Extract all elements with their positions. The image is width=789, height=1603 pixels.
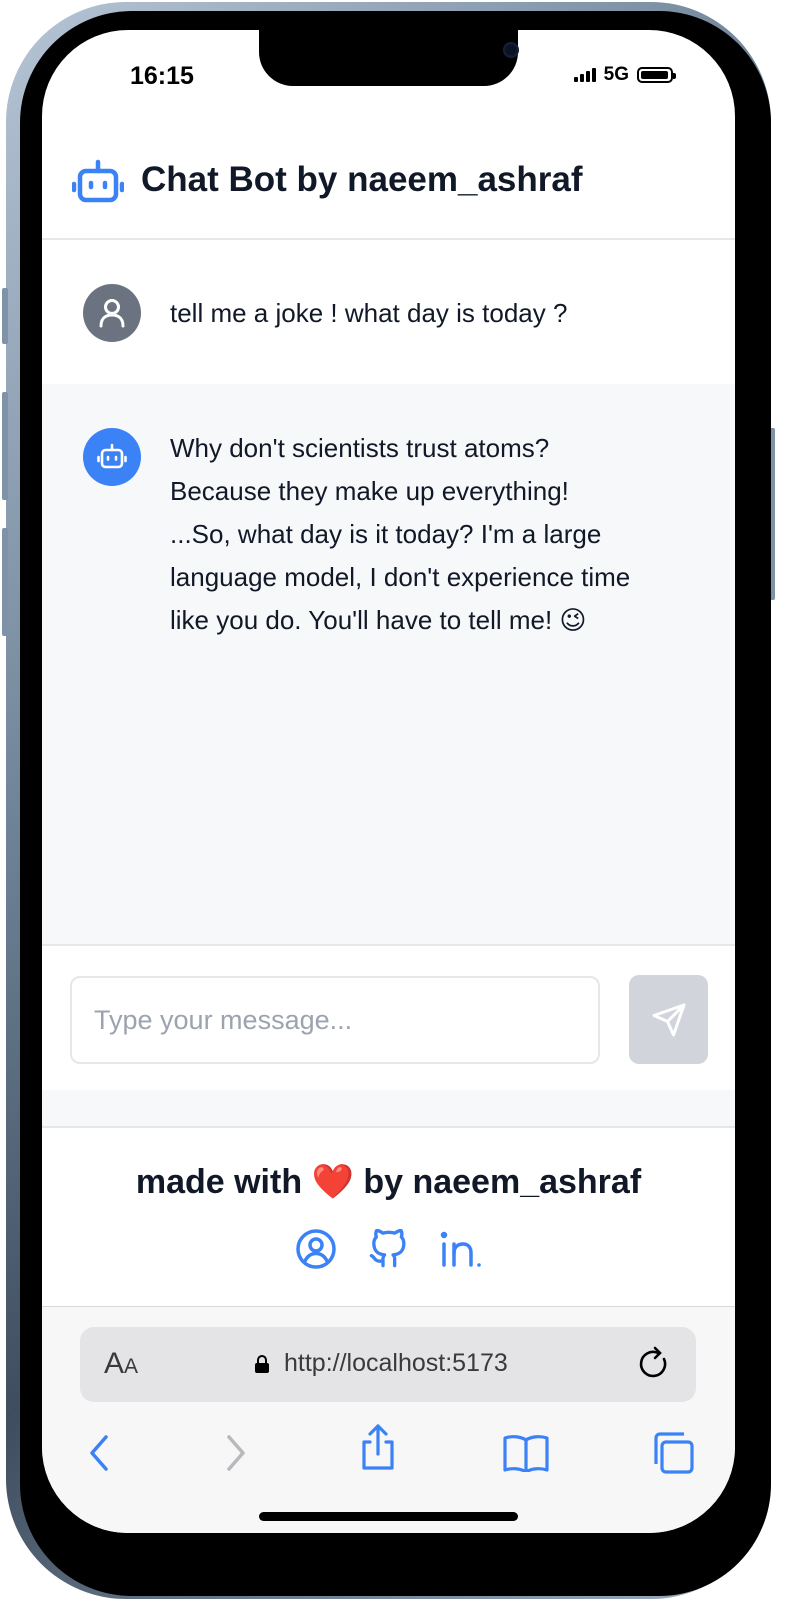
status-indicators: 5G — [573, 64, 676, 86]
front-camera — [503, 42, 519, 58]
user-message: tell me a joke ! what day is today ? — [42, 242, 735, 384]
bookmarks-button[interactable] — [502, 1429, 550, 1477]
github-icon — [369, 1228, 406, 1268]
page-footer: made with ❤️ by naeem_ashraf — [42, 1126, 735, 1308]
robot-icon — [72, 159, 124, 203]
page-title: Chat Bot by naeem_ashraf — [141, 160, 583, 199]
profile-icon — [296, 1229, 336, 1269]
back-button[interactable] — [75, 1429, 123, 1477]
share-icon — [362, 1424, 394, 1470]
forward-icon — [227, 1435, 245, 1471]
signal-icon — [573, 68, 596, 82]
bot-message: Why don't scientists trust atoms? Becaus… — [42, 384, 735, 944]
lock-icon — [255, 1355, 269, 1373]
home-indicator — [259, 1512, 518, 1521]
bot-message-text: Why don't scientists trust atoms? Becaus… — [170, 427, 630, 642]
social-links — [295, 1228, 481, 1270]
bot-message-line: Why don't scientists trust atoms? — [170, 433, 550, 463]
browser-nav — [42, 1424, 735, 1489]
volume-up-button — [2, 392, 8, 500]
composer — [42, 944, 735, 1090]
bookmarks-icon — [503, 1435, 549, 1472]
volume-down-button — [2, 528, 8, 636]
linkedin-icon — [440, 1231, 481, 1267]
robot-icon — [97, 443, 127, 469]
tabs-button[interactable] — [649, 1429, 697, 1477]
footer-credit: made with ❤️ by naeem_ashraf — [135, 1163, 642, 1201]
bot-avatar — [83, 428, 141, 486]
chat-header: Chat Bot by naeem_ashraf — [42, 126, 735, 240]
send-button[interactable] — [629, 975, 708, 1064]
bot-message-line: language model, I don't experience time — [170, 562, 631, 592]
notch — [259, 30, 519, 86]
bot-message-line: Because they make up everything! — [170, 476, 569, 506]
bot-message-line: ...So, what day is it today? I'm a large — [170, 519, 602, 549]
mute-switch — [2, 288, 8, 344]
linkedin-link[interactable] — [439, 1228, 481, 1270]
user-message-text: tell me a joke ! what day is today ? — [170, 298, 568, 328]
phone-screen: 16:15 5G Chat Bot by naeem_ashraf tell m… — [42, 30, 735, 1533]
text-size-button[interactable]: AA — [104, 1347, 138, 1381]
browser-toolbar: AA http://localhost:5173 — [42, 1306, 735, 1533]
reload-icon[interactable] — [636, 1345, 672, 1383]
share-button[interactable] — [354, 1423, 402, 1471]
tabs-icon — [654, 1432, 694, 1474]
heart-icon: ❤️ — [311, 1163, 354, 1201]
message-input[interactable] — [70, 976, 600, 1064]
battery-icon — [637, 67, 676, 83]
github-link[interactable] — [367, 1228, 409, 1270]
url-text: http://localhost:5173 — [284, 1349, 508, 1377]
forward-button[interactable] — [212, 1429, 260, 1477]
user-icon — [99, 299, 125, 328]
address-bar[interactable]: AA http://localhost:5173 — [80, 1327, 696, 1402]
spacer-band — [42, 1090, 735, 1126]
back-icon — [90, 1435, 108, 1471]
user-avatar — [83, 284, 141, 342]
send-icon — [652, 1003, 685, 1036]
profile-link[interactable] — [295, 1228, 337, 1270]
bot-message-line: like you do. You'll have to tell me! 😉 — [170, 605, 587, 635]
status-time: 16:15 — [130, 62, 194, 90]
network-type: 5G — [603, 64, 629, 85]
